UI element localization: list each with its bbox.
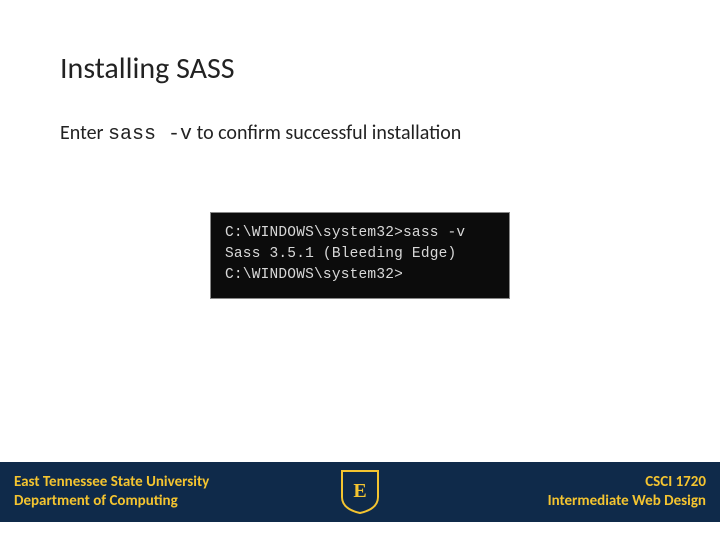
course-name: Intermediate Web Design <box>548 492 706 511</box>
footer-right: CSCI 1720 Intermediate Web Design <box>548 473 706 511</box>
footer-bar: East Tennessee State University Departme… <box>0 462 720 522</box>
university-name: East Tennessee State University <box>14 473 209 492</box>
slide-title: Installing SASS <box>60 50 660 87</box>
department-name: Department of Computing <box>14 492 209 511</box>
instruction-command: sass -v <box>108 123 192 146</box>
svg-text:E: E <box>353 480 366 502</box>
etsu-logo-icon: E <box>340 469 380 515</box>
footer-left: East Tennessee State University Departme… <box>14 473 209 511</box>
course-code: CSCI 1720 <box>548 473 706 492</box>
terminal-container: C:\WINDOWS\system32>sass -v Sass 3.5.1 (… <box>60 212 660 299</box>
terminal-output: C:\WINDOWS\system32>sass -v Sass 3.5.1 (… <box>210 212 510 299</box>
instruction-suffix: to confirm successful installation <box>192 121 461 145</box>
instruction-text: Enter sass -v to confirm successful inst… <box>60 121 660 146</box>
slide: Installing SASS Enter sass -v to confirm… <box>0 0 720 540</box>
terminal-line: C:\WINDOWS\system32> <box>225 265 495 286</box>
terminal-line: C:\WINDOWS\system32>sass -v <box>225 223 495 244</box>
instruction-prefix: Enter <box>60 121 108 145</box>
terminal-line: Sass 3.5.1 (Bleeding Edge) <box>225 244 495 265</box>
